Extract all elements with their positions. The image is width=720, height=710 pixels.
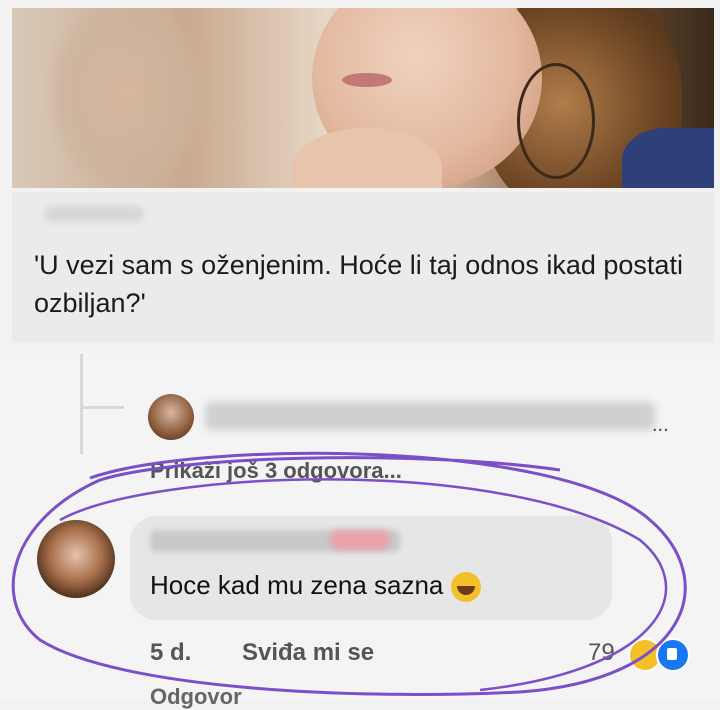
comment-body: Hoce kad mu zena sazna [150,570,444,600]
shoulder [622,128,714,188]
comment-text: Hoce kad mu zena sazna [150,570,482,603]
commenter-avatar[interactable] [37,520,115,598]
author-name-redacted [44,206,144,222]
comment-timestamp: 5 d. [150,639,192,666]
blurred-background-face [52,8,202,188]
reply-ellipsis: ... [652,414,669,436]
show-more-replies-link[interactable]: Prikaži još 3 odgovora... [150,458,402,484]
reply-redacted [205,402,655,430]
reply-button[interactable]: Odgovor [150,684,242,710]
question-card: 'U vezi sam s oženjenim. Hoće li taj odn… [12,192,714,342]
post-image [12,8,714,188]
reply-avatar[interactable] [148,394,194,440]
like-reaction-icon [656,638,690,672]
laughing-tears-icon [451,572,482,603]
commenter-name-redacted-highlight [330,530,390,550]
hoop-earring [517,63,595,179]
reaction-count[interactable]: 79 [588,639,615,667]
lips [342,73,392,87]
like-button[interactable]: Sviđa mi se [242,639,374,667]
comment-bubble: Hoce kad mu zena sazna [130,516,612,620]
question-text: 'U vezi sam s oženjenim. Hoće li taj odn… [34,250,683,318]
thread-connector [80,406,124,409]
thread-line [80,354,83,454]
comments-section: ... Prikaži još 3 odgovora... Hoce kad m… [0,354,720,709]
